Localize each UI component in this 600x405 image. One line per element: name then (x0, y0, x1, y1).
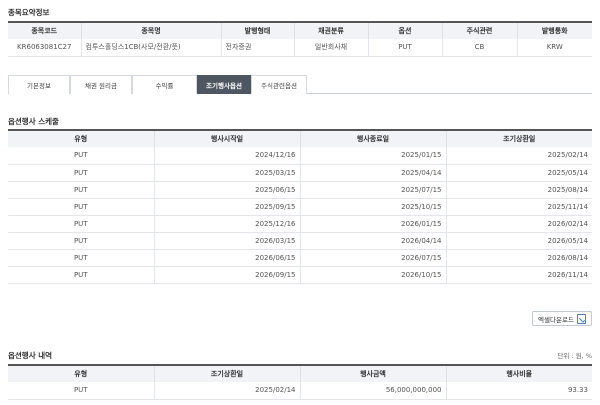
schedule-redemption-date: 2026/11/14 (445, 266, 592, 284)
history-col-ratio: 행사비율 (445, 365, 592, 382)
schedule-type: PUT (8, 181, 154, 199)
schedule-col-end: 행사종료일 (299, 130, 446, 147)
schedule-col-start: 행사시작일 (153, 130, 300, 147)
schedule-redemption-date: 2025/05/14 (445, 164, 592, 182)
schedule-type: PUT (8, 249, 154, 267)
history-col-redemption: 조기상환일 (153, 365, 300, 382)
schedule-start-date: 2025/03/15 (153, 164, 300, 182)
schedule-col-redemption: 조기상환일 (445, 130, 592, 147)
summary-col-bond-class: 채권분류 (293, 22, 368, 39)
tab-yield[interactable]: 수익률 (132, 75, 197, 94)
history-col-type: 유형 (8, 365, 154, 382)
schedule-start-date: 2025/06/15 (153, 181, 300, 199)
excel-download-icon (576, 313, 586, 324)
history-type: PUT (8, 382, 154, 400)
history-header-row: 유형 조기상환일 행사금액 행사비율 (8, 365, 592, 382)
summary-row: KR6063081C27 컴투스홀딩스1CB(사모/전환/풋) 전자증권 일반회… (8, 39, 592, 57)
summary-title: 종목요약정보 (8, 8, 50, 17)
schedule-type: PUT (8, 215, 154, 233)
summary-col-option: 옵션 (367, 22, 442, 39)
schedule-start-date: 2026/03/15 (153, 232, 300, 250)
schedule-header-row: 유형 행사시작일 행사종료일 조기상환일 (8, 130, 592, 147)
schedule-type: PUT (8, 266, 154, 284)
tab-basic-info[interactable]: 기본정보 (8, 75, 70, 94)
summary-code: KR6063081C27 (8, 39, 81, 57)
summary-currency: KRW (516, 39, 592, 57)
schedule-end-date: 2025/04/14 (299, 164, 446, 182)
summary-option: PUT (367, 39, 442, 57)
schedule-redemption-date: 2026/02/14 (445, 215, 592, 233)
schedule-start-date: 2026/06/15 (153, 249, 300, 267)
tab-bar: 기본정보 채권 원리금 수익률 조기행사옵션 주식관련옵션 (8, 75, 592, 94)
summary-name: 컴투스홀딩스1CB(사모/전환/풋) (80, 39, 221, 57)
schedule-redemption-date: 2026/05/14 (445, 232, 592, 250)
table-row: PUT 2025/09/15 2025/10/15 2025/11/14 (8, 198, 592, 216)
schedule-type: PUT (8, 232, 154, 250)
history-col-amount: 행사금액 (299, 365, 446, 382)
history-redemption-date: 2025/02/14 (153, 382, 300, 400)
schedule-col-type: 유형 (8, 130, 154, 147)
summary-issue-type: 전자증권 (220, 39, 294, 57)
schedule-redemption-date: 2025/02/14 (445, 147, 592, 165)
schedule-end-date: 2026/07/15 (299, 249, 446, 267)
excel-download-button[interactable]: 엑셀다운로드 (532, 311, 592, 326)
excel-download-label: 엑셀다운로드 (538, 315, 574, 324)
table-row: PUT 2026/03/15 2026/04/14 2026/05/14 (8, 232, 592, 250)
schedule-type: PUT (8, 164, 154, 182)
schedule-start-date: 2025/12/16 (153, 215, 300, 233)
summary-stock-related: CB (441, 39, 517, 57)
summary-table: 종목코드 종목명 발행형태 채권분류 옵션 주식관련 발행통화 KR606308… (8, 21, 592, 57)
schedule-end-date: 2026/10/15 (299, 266, 446, 284)
schedule-start-date: 2024/12/16 (153, 147, 300, 165)
summary-bond-class: 일반회사채 (293, 39, 368, 57)
summary-col-issue-type: 발행형태 (220, 22, 294, 39)
schedule-end-date: 2026/01/15 (299, 215, 446, 233)
summary-header-row: 종목코드 종목명 발행형태 채권분류 옵션 주식관련 발행통화 (8, 22, 592, 39)
schedule-start-date: 2026/09/15 (153, 266, 300, 284)
table-row: PUT 2025/03/15 2025/04/14 2025/05/14 (8, 164, 592, 182)
schedule-start-date: 2025/09/15 (153, 198, 300, 216)
history-ratio: 93.33 (445, 382, 592, 400)
summary-col-code: 종목코드 (8, 22, 81, 39)
schedule-table: 유형 행사시작일 행사종료일 조기상환일 PUT 2024/12/16 2025… (8, 129, 592, 284)
schedule-title: 옵션행사 스케줄 (8, 117, 59, 126)
history-table: 유형 조기상환일 행사금액 행사비율 PUT 2025/02/14 56,000… (8, 364, 592, 400)
schedule-redemption-date: 2025/08/14 (445, 181, 592, 199)
schedule-type: PUT (8, 147, 154, 165)
table-row: PUT 2026/06/15 2026/07/15 2026/08/14 (8, 249, 592, 267)
table-row: PUT 2024/12/16 2025/01/15 2025/02/14 (8, 147, 592, 165)
tab-stock-option[interactable]: 주식관련옵션 (251, 75, 307, 94)
table-row: PUT 2026/09/15 2026/10/15 2026/11/14 (8, 266, 592, 284)
summary-col-currency: 발행통화 (516, 22, 592, 39)
tab-principal-interest[interactable]: 채권 원리금 (70, 75, 132, 94)
table-row: PUT 2025/06/15 2025/07/15 2025/08/14 (8, 181, 592, 199)
history-title: 옵션행사 내역 (8, 351, 53, 360)
tab-early-exercise-option[interactable]: 조기행사옵션 (197, 75, 251, 94)
table-row: PUT 2025/02/14 56,000,000,000 93.33 (8, 382, 592, 400)
schedule-end-date: 2026/04/14 (299, 232, 446, 250)
schedule-end-date: 2025/07/15 (299, 181, 446, 199)
history-amount: 56,000,000,000 (299, 382, 446, 400)
summary-col-stock-related: 주식관련 (441, 22, 517, 39)
schedule-end-date: 2025/01/15 (299, 147, 446, 165)
summary-col-name: 종목명 (80, 22, 221, 39)
unit-label: 단위 : 원, % (557, 352, 592, 360)
schedule-redemption-date: 2025/11/14 (445, 198, 592, 216)
table-row: PUT 2025/12/16 2026/01/15 2026/02/14 (8, 215, 592, 233)
schedule-type: PUT (8, 198, 154, 216)
schedule-redemption-date: 2026/08/14 (445, 249, 592, 267)
schedule-end-date: 2025/10/15 (299, 198, 446, 216)
